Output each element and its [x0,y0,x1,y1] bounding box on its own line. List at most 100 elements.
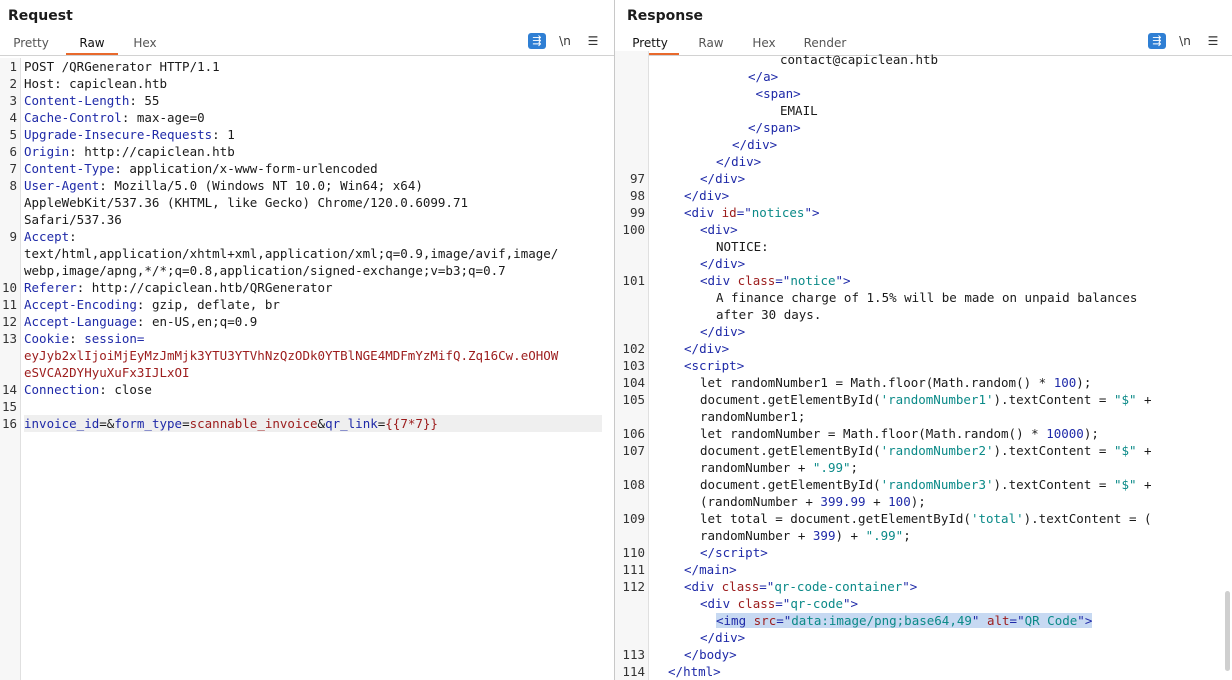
code-token: =" [776,613,792,628]
code-text: eSVCA2DYHyuXuFx3IJLxOI [24,364,190,381]
code-text: <div id="notices"> [684,204,820,221]
code-text: Safari/537.36 [24,211,122,228]
code-text: let total = document.getElementById('tot… [700,510,1152,527]
line-number: 14 [1,382,17,397]
tab-pretty[interactable]: Pretty [10,36,52,54]
code-token: div [747,137,770,152]
code-token: "$" [1113,443,1137,458]
code-line: <div class="qr-code"> [615,595,1232,612]
code-line: </div> [615,629,1232,646]
code-token: Origin [24,144,70,159]
line-number: 1 [9,59,17,74]
code-token: span [763,86,794,101]
code-text: POST /QRGenerator HTTP/1.1 [24,58,220,75]
code-token: div [715,630,738,645]
code-line: randomNumber1; [615,408,1232,425]
code-token: > [793,86,801,101]
line-number: 113 [622,647,645,662]
code-text: invoice_id=&form_type=scannable_invoice&… [24,415,438,432]
menu-icon[interactable]: ☰ [584,33,602,49]
code-token: < [684,205,692,220]
code-text: randomNumber + 399) + ".99"; [700,527,911,544]
code-token: > [721,341,730,356]
code-token: ).textContent = ( [1023,511,1152,526]
response-editor[interactable]: contact@capiclean.htb </a> <span> EMAIL </s… [615,51,1232,680]
code-line: 3 Content-Length: 55 [0,92,614,109]
request-editor[interactable]: 1 POST /QRGenerator HTTP/1.1 2 Host: capicl… [0,58,614,680]
request-lines: 1 POST /QRGenerator HTTP/1.1 2 Host: capicl… [0,58,614,432]
line-number: 8 [9,178,17,193]
code-token: document.getElementById( [700,392,881,407]
code-token: "> [835,273,851,288]
code-token: =" [1009,613,1025,628]
code-token: > [737,171,746,186]
code-token: "> [843,596,859,611]
tab-raw[interactable]: Raw [66,36,118,55]
line-number: 102 [622,341,645,356]
code-token: < [684,579,692,594]
code-line: 11 Accept-Encoding: gzip, deflate, br [0,296,614,313]
word-wrap-icon[interactable]: ⇶ [528,33,546,49]
code-text: </a> [748,68,778,85]
code-text: document.getElementById('randomNumber2')… [700,442,1152,459]
code-token: =" [775,596,791,611]
code-token: ".99" [865,528,904,543]
code-token: "$" [1113,392,1137,407]
code-token: A finance charge of 1.5% will be made on… [716,290,1138,305]
code-text: Upgrade-Insecure-Requests: 1 [24,126,235,143]
line-number: 16 [1,416,17,431]
code-line: 9 Accept: [0,228,614,245]
code-token: + [1136,443,1152,458]
code-token: =" [775,273,791,288]
code-token: < [684,358,692,373]
code-text: contact@capiclean.htb [780,51,938,68]
menu-icon[interactable]: ☰ [1204,33,1222,49]
code-token: </ [684,562,700,577]
code-token: div [731,154,754,169]
code-token: let randomNumber = Math.floor(Math.rando… [700,426,1047,441]
code-line: 106 let randomNumber = Math.floor(Math.ra… [615,425,1232,442]
code-token: notices [751,205,805,220]
code-token: a [763,69,771,84]
code-token: < [748,86,764,101]
code-line: 105 document.getElementById('randomNumber… [615,391,1232,408]
request-title: Request [8,8,73,24]
code-token: Connection [24,382,100,397]
code-text: let randomNumber = Math.floor(Math.rando… [700,425,1099,442]
code-token: Safari/537.36 [24,212,122,227]
code-line: </div> [615,136,1232,153]
code-token: webp,image/apng,*/*;q=0.8,application/si… [24,263,506,278]
code-text: (randomNumber + 399.99 + 100); [700,493,926,510]
vertical-scrollbar[interactable] [1225,591,1230,671]
code-token: data:image/png;base64,49 [791,613,972,628]
newline-toggle-icon[interactable]: \n [1176,33,1194,49]
code-token: : application/x-www-form-urlencoded [114,161,378,176]
code-text: <div class="qr-code"> [700,595,858,612]
newline-toggle-icon[interactable]: \n [556,33,574,49]
line-number: 114 [622,664,645,679]
code-line: 109 let total = document.getElementById('… [615,510,1232,527]
word-wrap-icon[interactable]: ⇶ [1148,33,1166,49]
code-token: </ [684,341,700,356]
code-token: div [715,256,738,271]
line-number: 98 [629,188,645,203]
code-token: NOTICE: [716,239,769,254]
code-line: 7 Content-Type: application/x-www-form-ur… [0,160,614,177]
code-text: randomNumber1; [700,408,805,425]
code-token: ; [850,460,859,475]
code-line: 102 </div> [615,340,1232,357]
code-token: src [753,613,777,628]
code-token: body [699,647,730,662]
code-line: 114 </html> [615,663,1232,680]
code-token: contact@capiclean.htb [780,52,939,67]
code-token: =" [736,205,752,220]
response-title: Response [627,8,704,24]
code-token: 'randomNumber2' [880,443,994,458]
code-line: eSVCA2DYHyuXuFx3IJLxOI [0,364,614,381]
code-line: 108 document.getElementById('randomNumber… [615,476,1232,493]
line-number: 13 [1,331,17,346]
tab-hex[interactable]: Hex [130,36,160,54]
code-token: = [136,331,145,346]
line-number: 97 [629,171,645,186]
code-token: User-Agent [24,178,100,193]
